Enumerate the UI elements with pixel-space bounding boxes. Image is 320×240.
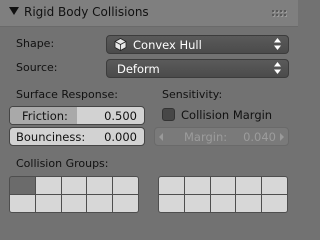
collision-group-cell[interactable] <box>184 177 210 194</box>
margin-value: 0.040 <box>243 130 276 144</box>
disclosure-triangle-icon[interactable] <box>9 7 19 15</box>
surface-response-label: Surface Response: <box>16 88 118 101</box>
shape-label: Shape: <box>16 37 55 50</box>
collision-group-cell[interactable] <box>87 177 113 194</box>
source-dropdown[interactable]: Deform <box>106 59 289 78</box>
source-value: Deform <box>117 62 160 76</box>
collision-group-cell[interactable] <box>262 195 287 212</box>
increment-arrow-icon[interactable] <box>280 133 284 141</box>
panel-title: Rigid Body Collisions <box>24 5 149 19</box>
collision-group-cell[interactable] <box>236 195 262 212</box>
collision-group-cell[interactable] <box>87 195 113 212</box>
collision-groups-label: Collision Groups: <box>16 157 109 170</box>
collision-groups-left <box>9 176 139 213</box>
collision-group-cell[interactable] <box>262 177 287 194</box>
shape-dropdown[interactable]: Convex Hull <box>106 35 289 54</box>
bounciness-slider[interactable]: Bounciness: 0.000 <box>9 127 145 146</box>
collision-group-cell[interactable] <box>210 177 236 194</box>
sensitivity-label: Sensitivity: <box>162 88 223 101</box>
collision-group-cell[interactable] <box>113 177 138 194</box>
bounciness-value: 0.000 <box>104 130 137 144</box>
up-down-arrows-icon <box>274 38 281 50</box>
collision-group-cell[interactable] <box>210 195 236 212</box>
friction-label: Friction: <box>22 109 68 123</box>
margin-field[interactable]: Margin: 0.040 <box>154 127 289 146</box>
shape-value: Convex Hull <box>133 38 202 52</box>
collision-margin-label[interactable]: Collision Margin <box>181 108 272 122</box>
collision-group-cell[interactable] <box>184 195 210 212</box>
collision-group-cell[interactable] <box>113 195 138 212</box>
collision-group-cell[interactable] <box>236 177 262 194</box>
panel-header[interactable]: Rigid Body Collisions <box>0 0 298 27</box>
convex-hull-icon <box>114 38 127 51</box>
friction-value: 0.500 <box>104 109 137 123</box>
up-down-arrows-icon <box>274 62 281 74</box>
friction-slider[interactable]: Friction: 0.500 <box>9 106 145 125</box>
drag-grip-icon[interactable] <box>272 10 288 18</box>
collision-group-cell[interactable] <box>159 195 184 212</box>
collision-group-cell[interactable] <box>10 195 35 212</box>
collision-group-cell[interactable] <box>10 177 35 194</box>
collision-groups-right <box>158 176 288 213</box>
collision-group-cell[interactable] <box>35 177 61 194</box>
source-label: Source: <box>16 61 58 74</box>
decrement-arrow-icon[interactable] <box>159 133 163 141</box>
collision-group-cell[interactable] <box>35 195 61 212</box>
rigid-body-collisions-panel: Rigid Body Collisions Shape: Convex Hull… <box>0 0 298 216</box>
collision-group-cell[interactable] <box>61 195 87 212</box>
collision-margin-checkbox[interactable] <box>162 108 175 121</box>
margin-label: Margin: <box>184 130 228 144</box>
collision-group-cell[interactable] <box>159 177 184 194</box>
collision-group-cell[interactable] <box>61 177 87 194</box>
bounciness-label: Bounciness: <box>16 130 86 144</box>
